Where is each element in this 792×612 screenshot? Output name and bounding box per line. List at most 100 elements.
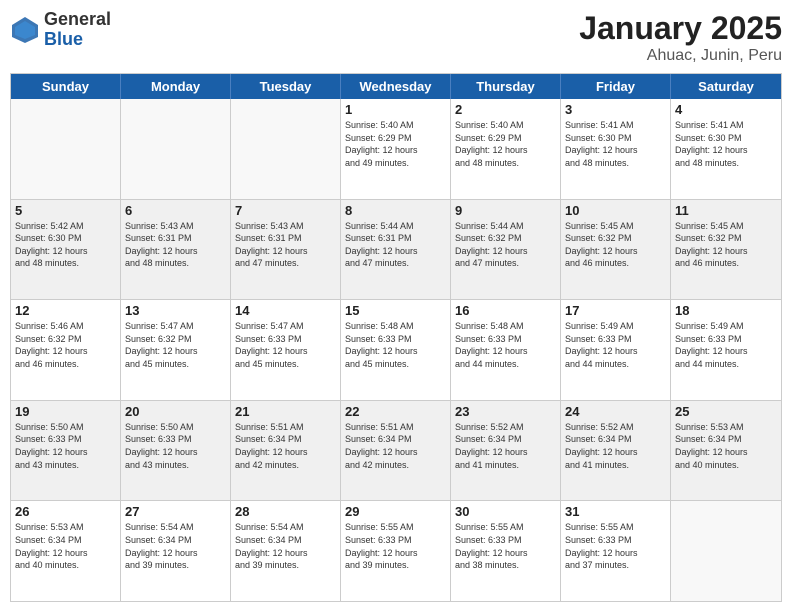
calendar-cell bbox=[121, 99, 231, 199]
calendar-cell: 29 Sunrise: 5:55 AM Sunset: 6:33 PM Dayli… bbox=[341, 501, 451, 601]
cell-date-number: 20 bbox=[125, 404, 226, 419]
calendar-cell: 23 Sunrise: 5:52 AM Sunset: 6:34 PM Dayli… bbox=[451, 401, 561, 501]
cell-info-text: Sunrise: 5:52 AM Sunset: 6:34 PM Dayligh… bbox=[455, 421, 556, 471]
day-header-thursday: Thursday bbox=[451, 74, 561, 99]
cell-date-number: 22 bbox=[345, 404, 446, 419]
cell-info-text: Sunrise: 5:53 AM Sunset: 6:34 PM Dayligh… bbox=[675, 421, 777, 471]
calendar-week-0: 1 Sunrise: 5:40 AM Sunset: 6:29 PM Daylig… bbox=[11, 99, 781, 200]
calendar-cell: 24 Sunrise: 5:52 AM Sunset: 6:34 PM Dayli… bbox=[561, 401, 671, 501]
day-header-sunday: Sunday bbox=[11, 74, 121, 99]
calendar-cell: 26Sunrise: 5:53 AM Sunset: 6:34 PM Dayli… bbox=[11, 501, 121, 601]
cell-date-number: 9 bbox=[455, 203, 556, 218]
cell-date-number: 23 bbox=[455, 404, 556, 419]
cell-info-text: Sunrise: 5:55 AM Sunset: 6:33 PM Dayligh… bbox=[345, 521, 446, 571]
calendar-cell: 30 Sunrise: 5:55 AM Sunset: 6:33 PM Dayli… bbox=[451, 501, 561, 601]
cell-date-number: 5 bbox=[15, 203, 116, 218]
calendar-cell: 3Sunrise: 5:41 AM Sunset: 6:30 PM Daylig… bbox=[561, 99, 671, 199]
calendar-cell: 6 Sunrise: 5:43 AM Sunset: 6:31 PM Daylig… bbox=[121, 200, 231, 300]
cell-date-number: 24 bbox=[565, 404, 666, 419]
cell-date-number: 21 bbox=[235, 404, 336, 419]
day-header-tuesday: Tuesday bbox=[231, 74, 341, 99]
cell-info-text: Sunrise: 5:50 AM Sunset: 6:33 PM Dayligh… bbox=[15, 421, 116, 471]
calendar-cell bbox=[671, 501, 781, 601]
calendar-cell: 31 Sunrise: 5:55 AM Sunset: 6:33 PM Dayli… bbox=[561, 501, 671, 601]
calendar-cell: 13 Sunrise: 5:47 AM Sunset: 6:32 PM Dayli… bbox=[121, 300, 231, 400]
calendar-cell: 20 Sunrise: 5:50 AM Sunset: 6:33 PM Dayli… bbox=[121, 401, 231, 501]
calendar-cell: 21Sunrise: 5:51 AM Sunset: 6:34 PM Dayli… bbox=[231, 401, 341, 501]
cell-info-text: Sunrise: 5:55 AM Sunset: 6:33 PM Dayligh… bbox=[455, 521, 556, 571]
cell-info-text: Sunrise: 5:43 AM Sunset: 6:31 PM Dayligh… bbox=[125, 220, 226, 270]
cell-date-number: 14 bbox=[235, 303, 336, 318]
cell-info-text: Sunrise: 5:47 AM Sunset: 6:32 PM Dayligh… bbox=[125, 320, 226, 370]
cell-info-text: Sunrise: 5:55 AM Sunset: 6:33 PM Dayligh… bbox=[565, 521, 666, 571]
cell-info-text: Sunrise: 5:54 AM Sunset: 6:34 PM Dayligh… bbox=[125, 521, 226, 571]
cell-date-number: 18 bbox=[675, 303, 777, 318]
logo: General Blue bbox=[10, 10, 111, 50]
calendar-cell: 4 Sunrise: 5:41 AM Sunset: 6:30 PM Daylig… bbox=[671, 99, 781, 199]
cell-date-number: 30 bbox=[455, 504, 556, 519]
calendar-cell: 14 Sunrise: 5:47 AM Sunset: 6:33 PM Dayli… bbox=[231, 300, 341, 400]
calendar-week-4: 26Sunrise: 5:53 AM Sunset: 6:34 PM Dayli… bbox=[11, 501, 781, 601]
cell-info-text: Sunrise: 5:41 AM Sunset: 6:30 PM Dayligh… bbox=[565, 119, 666, 169]
calendar-cell bbox=[11, 99, 121, 199]
logo-icon bbox=[10, 15, 40, 45]
cell-date-number: 10 bbox=[565, 203, 666, 218]
day-header-monday: Monday bbox=[121, 74, 231, 99]
cell-info-text: Sunrise: 5:48 AM Sunset: 6:33 PM Dayligh… bbox=[455, 320, 556, 370]
day-header-saturday: Saturday bbox=[671, 74, 781, 99]
logo-general-text: General bbox=[44, 10, 111, 30]
cell-info-text: Sunrise: 5:47 AM Sunset: 6:33 PM Dayligh… bbox=[235, 320, 336, 370]
cell-info-text: Sunrise: 5:48 AM Sunset: 6:33 PM Dayligh… bbox=[345, 320, 446, 370]
day-header-wednesday: Wednesday bbox=[341, 74, 451, 99]
cell-date-number: 12 bbox=[15, 303, 116, 318]
calendar-cell: 9 Sunrise: 5:44 AM Sunset: 6:32 PM Daylig… bbox=[451, 200, 561, 300]
cell-date-number: 13 bbox=[125, 303, 226, 318]
cell-date-number: 16 bbox=[455, 303, 556, 318]
cell-date-number: 2 bbox=[455, 102, 556, 117]
calendar-cell: 10 Sunrise: 5:45 AM Sunset: 6:32 PM Dayli… bbox=[561, 200, 671, 300]
calendar-week-2: 12 Sunrise: 5:46 AM Sunset: 6:32 PM Dayli… bbox=[11, 300, 781, 401]
calendar-header: SundayMondayTuesdayWednesdayThursdayFrid… bbox=[11, 74, 781, 99]
calendar-cell: 16 Sunrise: 5:48 AM Sunset: 6:33 PM Dayli… bbox=[451, 300, 561, 400]
cell-info-text: Sunrise: 5:53 AM Sunset: 6:34 PM Dayligh… bbox=[15, 521, 116, 571]
cell-date-number: 29 bbox=[345, 504, 446, 519]
page-subtitle: Ahuac, Junin, Peru bbox=[579, 47, 782, 65]
cell-date-number: 8 bbox=[345, 203, 446, 218]
cell-date-number: 15 bbox=[345, 303, 446, 318]
calendar-cell: 19 Sunrise: 5:50 AM Sunset: 6:33 PM Dayli… bbox=[11, 401, 121, 501]
logo-blue-text: Blue bbox=[44, 30, 111, 50]
calendar-week-3: 19 Sunrise: 5:50 AM Sunset: 6:33 PM Dayli… bbox=[11, 401, 781, 502]
cell-info-text: Sunrise: 5:46 AM Sunset: 6:32 PM Dayligh… bbox=[15, 320, 116, 370]
calendar-cell: 8 Sunrise: 5:44 AM Sunset: 6:31 PM Daylig… bbox=[341, 200, 451, 300]
cell-info-text: Sunrise: 5:40 AM Sunset: 6:29 PM Dayligh… bbox=[345, 119, 446, 169]
cell-info-text: Sunrise: 5:51 AM Sunset: 6:34 PM Dayligh… bbox=[345, 421, 446, 471]
calendar-body: 1 Sunrise: 5:40 AM Sunset: 6:29 PM Daylig… bbox=[11, 99, 781, 601]
cell-date-number: 25 bbox=[675, 404, 777, 419]
calendar-cell: 1 Sunrise: 5:40 AM Sunset: 6:29 PM Daylig… bbox=[341, 99, 451, 199]
cell-info-text: Sunrise: 5:45 AM Sunset: 6:32 PM Dayligh… bbox=[565, 220, 666, 270]
cell-info-text: Sunrise: 5:50 AM Sunset: 6:33 PM Dayligh… bbox=[125, 421, 226, 471]
cell-date-number: 6 bbox=[125, 203, 226, 218]
cell-info-text: Sunrise: 5:40 AM Sunset: 6:29 PM Dayligh… bbox=[455, 119, 556, 169]
calendar-week-1: 5 Sunrise: 5:42 AM Sunset: 6:30 PM Daylig… bbox=[11, 200, 781, 301]
cell-date-number: 28 bbox=[235, 504, 336, 519]
header: General Blue January 2025 Ahuac, Junin, … bbox=[10, 10, 782, 65]
cell-date-number: 1 bbox=[345, 102, 446, 117]
cell-date-number: 19 bbox=[15, 404, 116, 419]
calendar-cell: 5 Sunrise: 5:42 AM Sunset: 6:30 PM Daylig… bbox=[11, 200, 121, 300]
cell-info-text: Sunrise: 5:42 AM Sunset: 6:30 PM Dayligh… bbox=[15, 220, 116, 270]
page-title: January 2025 bbox=[579, 10, 782, 47]
cell-date-number: 27 bbox=[125, 504, 226, 519]
calendar-cell: 18Sunrise: 5:49 AM Sunset: 6:33 PM Dayli… bbox=[671, 300, 781, 400]
calendar-cell bbox=[231, 99, 341, 199]
cell-info-text: Sunrise: 5:44 AM Sunset: 6:32 PM Dayligh… bbox=[455, 220, 556, 270]
cell-date-number: 4 bbox=[675, 102, 777, 117]
calendar-cell: 17Sunrise: 5:49 AM Sunset: 6:33 PM Dayli… bbox=[561, 300, 671, 400]
cell-info-text: Sunrise: 5:44 AM Sunset: 6:31 PM Dayligh… bbox=[345, 220, 446, 270]
calendar-cell: 2 Sunrise: 5:40 AM Sunset: 6:29 PM Daylig… bbox=[451, 99, 561, 199]
cell-date-number: 17 bbox=[565, 303, 666, 318]
cell-date-number: 31 bbox=[565, 504, 666, 519]
cell-info-text: Sunrise: 5:41 AM Sunset: 6:30 PM Dayligh… bbox=[675, 119, 777, 169]
calendar-cell: 25 Sunrise: 5:53 AM Sunset: 6:34 PM Dayli… bbox=[671, 401, 781, 501]
cell-info-text: Sunrise: 5:52 AM Sunset: 6:34 PM Dayligh… bbox=[565, 421, 666, 471]
